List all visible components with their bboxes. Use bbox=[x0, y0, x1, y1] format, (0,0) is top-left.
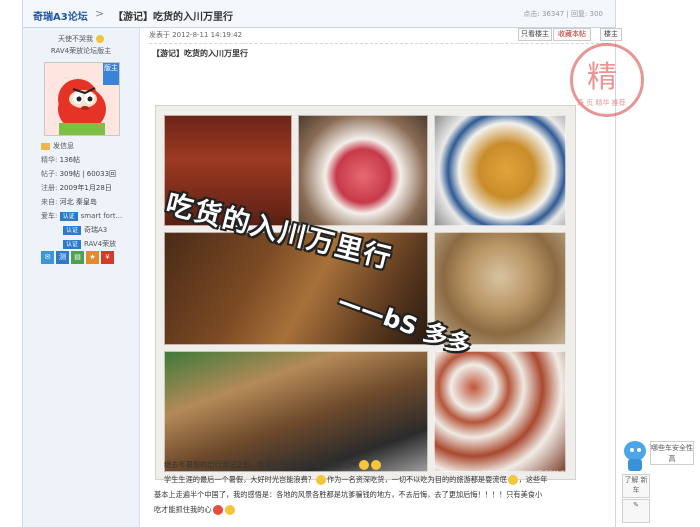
cert-badge: 认证 bbox=[63, 240, 82, 249]
post-text: ，这些年 bbox=[518, 475, 548, 484]
location[interactable]: 河北 秦皇岛 bbox=[60, 198, 97, 206]
post-text: 吃才能抓住我的心 bbox=[154, 505, 212, 514]
post-paragraph-4: 吃才能抓住我的心 bbox=[154, 503, 609, 516]
info-row-location: 来自: 河北 秦皇岛 bbox=[41, 198, 97, 206]
photo-dessert-bowl bbox=[298, 115, 428, 226]
car-link[interactable]: RAV4荣放 bbox=[84, 240, 116, 248]
thread-header: 奇瑞A3论坛 > 【游记】吃货的入川万里行 点击: 36347 | 回复: 30… bbox=[23, 0, 615, 28]
safety-tip-bubble[interactable]: 哪些车安全性高 bbox=[650, 441, 694, 465]
photo-noodles bbox=[434, 115, 566, 226]
emoji-icon bbox=[315, 475, 326, 485]
robot-assistant-icon[interactable] bbox=[620, 441, 650, 473]
post-timestamp: 发表于 2012-8-11 14:19:42 bbox=[149, 31, 243, 39]
author-only-button[interactable]: 只看楼主 bbox=[518, 28, 552, 41]
emoji-icon bbox=[371, 460, 382, 470]
register-date: 2009年1月28日 bbox=[59, 184, 112, 192]
post-subject: 【游记】吃货的入川万里行 bbox=[152, 49, 248, 58]
photo-grilled-skewers bbox=[164, 351, 428, 472]
measure-icon[interactable]: 测 bbox=[56, 251, 69, 264]
emoji-icon bbox=[359, 460, 370, 470]
post-content: 发表于 2012-8-11 14:19:42 只看楼主 收藏本帖 楼主 【游记】… bbox=[140, 28, 644, 527]
info-row-register: 注册: 2009年1月28日 bbox=[41, 184, 112, 192]
car-link[interactable]: smart fort... bbox=[81, 212, 123, 220]
cert-badge: 认证 bbox=[59, 212, 78, 221]
author-name[interactable]: 天使不哭我 bbox=[23, 34, 139, 44]
stamp-text: 奇 页 精华 推荐 bbox=[577, 99, 626, 107]
author-name-link[interactable]: 天使不哭我 bbox=[58, 35, 93, 43]
post-text: 继去年暑假的出行游记之后，吃货的暑假行第二季隆重推出哞 bbox=[164, 460, 359, 469]
essence-count: 136帖 bbox=[59, 156, 80, 164]
send-message-label[interactable]: 发信息 bbox=[53, 142, 74, 150]
floor-button[interactable]: 楼主 bbox=[600, 28, 622, 41]
car-row-1: 爱车: 认证 smart fort... bbox=[41, 211, 122, 221]
stamp-char: 精 bbox=[587, 60, 617, 95]
info-row-posts: 帖子: 309帖 | 60033回 bbox=[41, 170, 117, 178]
collect-button[interactable]: 收藏本帖 bbox=[553, 28, 591, 41]
food-collage-image[interactable]: 吃货的入川万里行 ——bS 多多 汽车之家 AUTOHOME.COM.CN bbox=[155, 105, 576, 480]
edit-icon[interactable]: ✎ bbox=[622, 499, 650, 523]
avatar[interactable]: 版主 bbox=[44, 62, 120, 136]
author-title: RAV4荣放论坛版主 bbox=[50, 47, 112, 55]
divider bbox=[149, 43, 609, 44]
heart-icon bbox=[212, 505, 223, 515]
thread-stats: 点击: 36347 | 回复: 300 bbox=[523, 10, 603, 18]
photo-soup-bowls bbox=[434, 351, 566, 472]
yen-icon[interactable]: ¥ bbox=[101, 251, 114, 264]
car-row-2: 认证 奇瑞A3 bbox=[63, 225, 107, 235]
user-action-icons: ✉ 测 ▤ ★ ¥ bbox=[41, 251, 114, 264]
medal-icon[interactable]: ★ bbox=[86, 251, 99, 264]
envelope-icon bbox=[41, 142, 50, 150]
post-paragraph-2: 学生生涯的最后一个暑假，大好时光岂能浪费？ 作为一名资深吃货，一切不以吃为目的的旅… bbox=[154, 473, 609, 486]
emoji-icon bbox=[507, 475, 518, 485]
learn-new-car-button[interactable]: 了解 新车 bbox=[622, 474, 650, 498]
forum-name-link[interactable]: 奇瑞A3论坛 bbox=[33, 8, 88, 23]
gender-icon bbox=[96, 35, 104, 43]
post-text: 学生生涯的最后一个暑假，大好时光岂能浪费？ bbox=[164, 475, 315, 484]
post-count: 309帖 | 60033回 bbox=[59, 170, 117, 178]
post-paragraph-3: 基本上走遍半个中国了，我的感悟是：各地的风景各胜都是坑爹骗钱的地方，不去后悔，去… bbox=[154, 490, 543, 499]
book-icon[interactable]: ▤ bbox=[71, 251, 84, 264]
car-link[interactable]: 奇瑞A3 bbox=[84, 226, 107, 234]
moderator-badge: 版主 bbox=[103, 63, 119, 85]
emoji-icon bbox=[224, 505, 235, 515]
cert-badge: 认证 bbox=[63, 226, 82, 235]
forum-page: 奇瑞A3论坛 > 【游记】吃货的入川万里行 点击: 36347 | 回复: 30… bbox=[22, 0, 644, 527]
car-row-3: 认证 RAV4荣放 bbox=[63, 239, 116, 249]
breadcrumb-separator: > bbox=[95, 7, 105, 20]
author-sidebar: 天使不哭我 RAV4荣放论坛版主 版主 发信息 精华: 136帖 帖子: 309… bbox=[23, 28, 140, 527]
post-text: 作为一名资深吃货，一切不以吃为目的的旅游都是耍流氓 bbox=[326, 475, 507, 484]
info-row-essence: 精华: 136帖 bbox=[41, 156, 80, 164]
send-message-link[interactable]: 发信息 bbox=[41, 141, 74, 151]
message-icon[interactable]: ✉ bbox=[41, 251, 54, 264]
post-paragraph-1: 继去年暑假的出行游记之后，吃货的暑假行第二季隆重推出哞 bbox=[154, 458, 609, 471]
car-label: 爱车: bbox=[41, 212, 58, 220]
thread-title: 【游记】吃货的入川万里行 bbox=[113, 12, 233, 23]
essence-stamp: 精 奇 页 精华 推荐 bbox=[570, 43, 644, 117]
